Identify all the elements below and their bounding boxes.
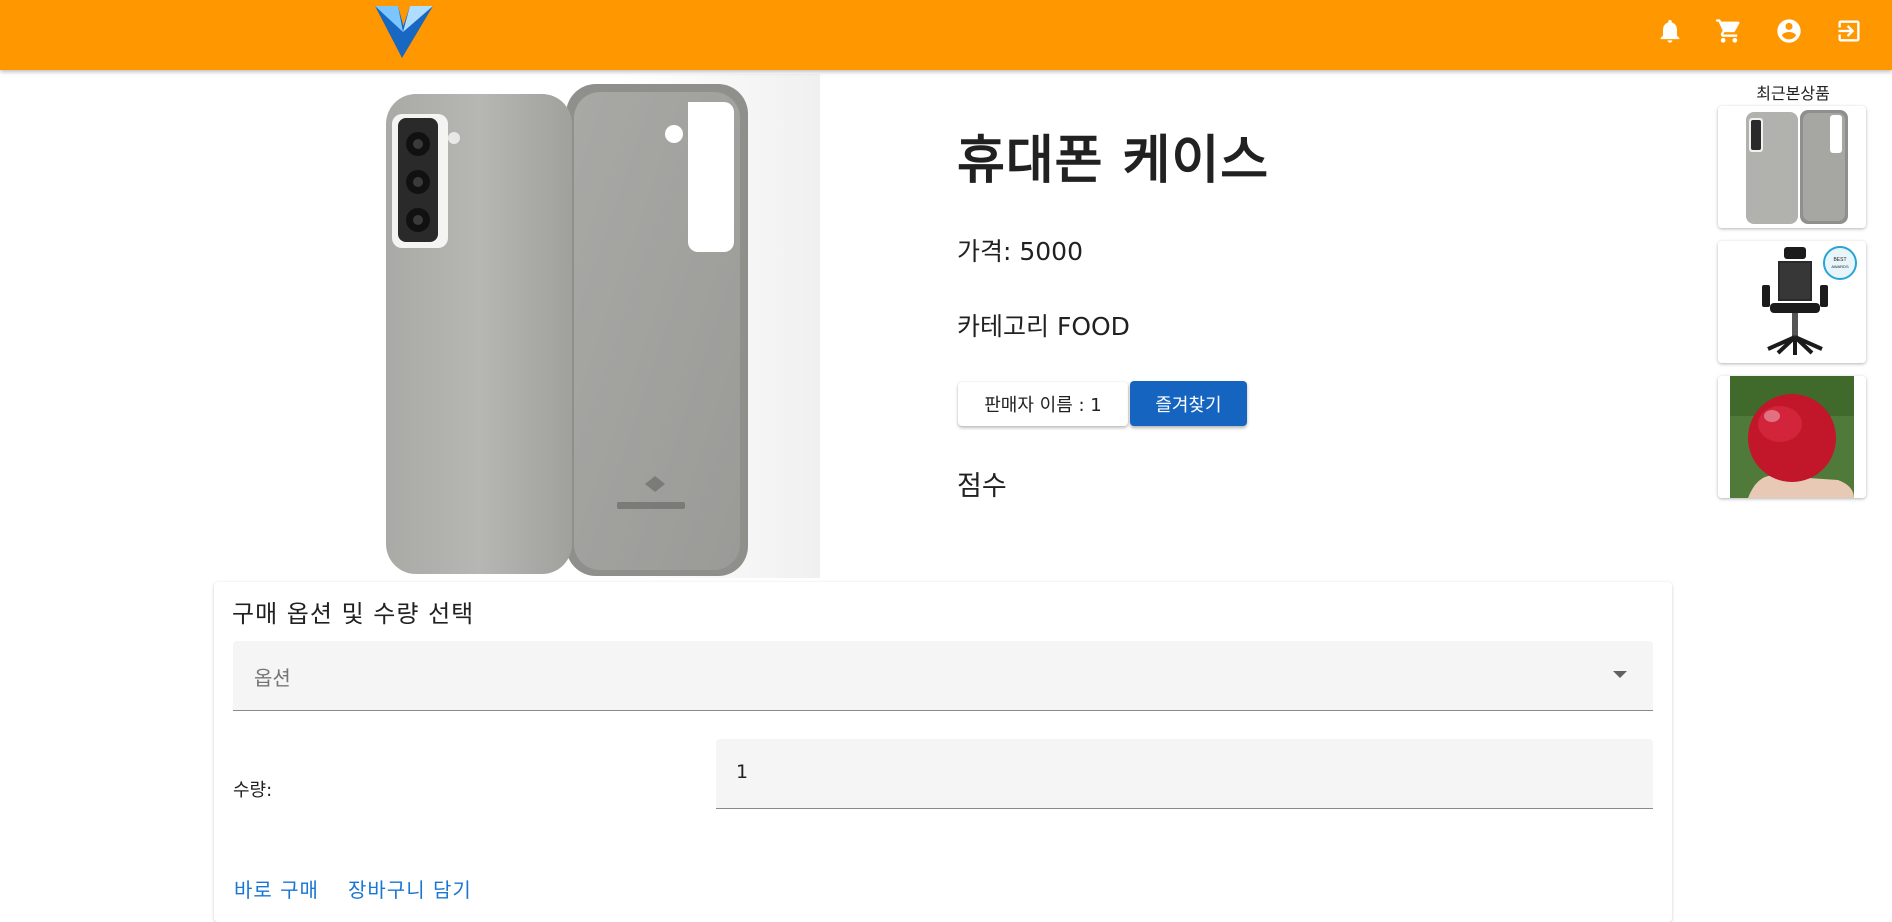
option-select[interactable]: 옵션	[233, 641, 1653, 711]
vuetify-logo[interactable]	[375, 6, 433, 58]
recent-item-office-chair[interactable]: BEST AWARDS	[1718, 241, 1866, 363]
logout-icon[interactable]	[1831, 13, 1867, 49]
svg-text:AWARDS: AWARDS	[1831, 264, 1849, 269]
quantity-value: 1	[736, 761, 749, 783]
account-icon[interactable]	[1771, 13, 1807, 49]
option-placeholder: 옵션	[254, 666, 291, 690]
product-image	[330, 74, 820, 578]
favorite-button[interactable]: 즐겨찾기	[1130, 381, 1247, 426]
buy-now-button[interactable]: 바로 구매	[234, 874, 319, 903]
recent-item-phone-case[interactable]	[1718, 106, 1866, 228]
bell-icon[interactable]	[1652, 13, 1688, 49]
product-price: 가격: 5000	[957, 237, 1083, 266]
score-label: 점수	[957, 471, 1007, 502]
product-category: 카테고리 FOOD	[957, 312, 1130, 341]
apple-thumbnail	[1718, 376, 1866, 498]
office-chair-thumbnail: BEST AWARDS	[1718, 241, 1866, 363]
cart-icon[interactable]	[1711, 13, 1747, 49]
svg-text:BEST: BEST	[1833, 257, 1846, 263]
dropdown-arrow-icon	[1613, 671, 1627, 678]
purchase-options-card: 구매 옵션 및 수량 선택 옵션 수량: 1 바로 구매 장바구니 담기	[214, 582, 1672, 922]
recent-products-title: 최근본상품	[1756, 84, 1830, 103]
quantity-label: 수량:	[233, 780, 273, 801]
quantity-input[interactable]: 1	[716, 739, 1653, 809]
purchase-options-title: 구매 옵션 및 수량 선택	[232, 600, 475, 628]
phone-case-thumbnail	[1718, 106, 1866, 228]
top-app-bar	[0, 0, 1892, 70]
seller-name-button[interactable]: 판매자 이름 : 1	[958, 382, 1128, 426]
add-to-cart-button[interactable]: 장바구니 담기	[348, 874, 472, 903]
product-title: 휴대폰 케이스	[957, 131, 1270, 191]
recent-item-apple[interactable]	[1718, 376, 1866, 498]
